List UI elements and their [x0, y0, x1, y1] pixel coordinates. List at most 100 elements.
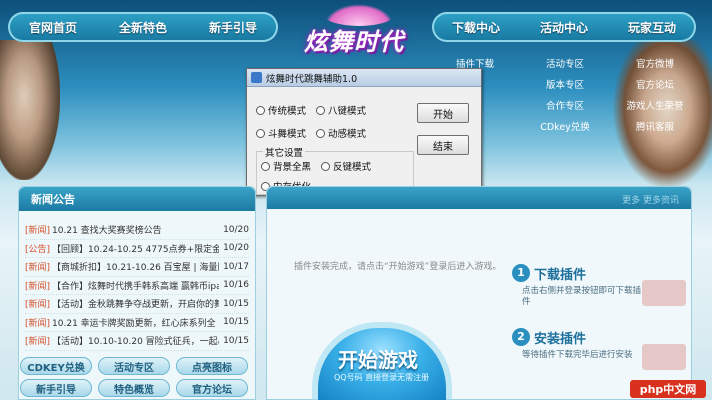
nav-home[interactable]: 官网首页: [8, 19, 98, 36]
radio-battle-mode[interactable]: 斗舞模式: [256, 126, 306, 140]
watermark-badge: php中文网: [630, 380, 706, 398]
step-label[interactable]: 安装插件: [534, 328, 586, 347]
character-left: [0, 40, 60, 180]
news-tag: [新闻]: [25, 300, 51, 311]
news-date: 10/17: [223, 261, 249, 272]
news-date: 10/20: [223, 243, 249, 254]
step-thumbnail: [642, 280, 686, 306]
news-item-title[interactable]: 【活动】10.10-10.20 冒险式征兵，一起出发: [52, 334, 219, 347]
nav-events[interactable]: 活动中心: [520, 19, 608, 36]
button-row: CDKEY兑换 活动专区 点亮图标: [20, 357, 260, 375]
start-game-label: 开始游戏: [338, 348, 418, 372]
step-description: 等待插件下载完毕后进行安装: [522, 350, 633, 360]
news-tag: [新闻]: [25, 263, 51, 274]
news-row[interactable]: [新闻] 10.21 幸运卡牌奖励更新，红心床系列全 10/15: [25, 314, 249, 332]
step-label[interactable]: 下载插件: [534, 264, 586, 283]
radio-label: 传统模式: [268, 106, 307, 117]
news-tag: [新闻]: [25, 281, 51, 292]
radio-label: 背景全黑: [273, 162, 312, 173]
news-item-title[interactable]: 10.21 幸运卡牌奖励更新，红心床系列全: [52, 316, 219, 329]
game-logo[interactable]: 炫舞时代: [284, 4, 432, 76]
radio-dot[interactable]: [256, 105, 265, 115]
cdkey-button[interactable]: CDKEY兑换: [20, 357, 92, 375]
news-row[interactable]: [新闻] 10.21 查找大奖赛奖榜公告 10/20: [25, 221, 249, 240]
shortcut-buttons: CDKEY兑换 活动专区 点亮图标 新手引导 特色概览 官方论坛: [20, 357, 260, 400]
start-game-sublabel: QQ号码 直接登录无需注册: [334, 373, 430, 382]
radio-label: 斗舞模式: [268, 129, 307, 140]
news-row[interactable]: [新闻] 【活动】10.10-10.20 冒险式征兵，一起出发 10/15: [25, 332, 249, 351]
news-date: 10/15: [223, 335, 249, 346]
nav-community[interactable]: 玩家互动: [608, 19, 696, 36]
step-number: 2: [512, 328, 530, 346]
top-nav-right: 下载中心 活动中心 玩家互动: [432, 12, 696, 42]
install-steps: 1 下载插件 点击右侧并登录按钮即可下载插件 2 安装插件 等待插件下载完毕后进…: [512, 260, 688, 388]
app-icon: [251, 72, 262, 83]
step-download: 1 下载插件 点击右侧并登录按钮即可下载插件: [512, 260, 688, 320]
news-list: [新闻] 10.21 查找大奖赛奖榜公告 10/20 [公告] 【回顾】10.24-1…: [19, 211, 255, 351]
news-row[interactable]: [公告] 【回顾】10.24-10.25 4775点券+限定金币 10/20: [25, 240, 249, 258]
link-partner-zone[interactable]: 合作专区: [520, 98, 610, 112]
group-label: 其它设置: [263, 145, 306, 159]
install-instruction: 插件安装完成，请点击“开始游戏”登录后进入游戏。: [294, 262, 502, 272]
news-title: 新闻公告: [31, 193, 75, 206]
radio-dot[interactable]: [316, 128, 325, 138]
news-date: 10/15: [223, 317, 249, 328]
event-zone-button[interactable]: 活动专区: [98, 357, 170, 375]
news-date: 10/15: [223, 298, 249, 309]
news-header: 新闻公告: [19, 187, 255, 211]
newbie-guide-button[interactable]: 新手引导: [20, 379, 92, 397]
step-description: 点击右侧并登录按钮即可下载插件: [522, 286, 642, 307]
nav-features[interactable]: 全新特色: [98, 19, 188, 36]
more-link[interactable]: 更多 更多资讯: [622, 193, 679, 206]
radio-black-background[interactable]: 背景全黑: [261, 159, 311, 173]
radio-label: 动感模式: [328, 129, 367, 140]
radio-eight-key-mode[interactable]: 八键模式: [316, 103, 366, 117]
news-tag: [新闻]: [25, 337, 51, 348]
news-tag: [新闻]: [25, 318, 51, 329]
news-date: 10/16: [223, 280, 249, 291]
button-row: 新手引导 特色概览 官方论坛: [20, 379, 260, 397]
news-item-title[interactable]: 【回顾】10.24-10.25 4775点券+限定金币: [52, 242, 219, 255]
forum-button[interactable]: 官方论坛: [176, 379, 248, 397]
link-support[interactable]: 腾讯客服: [610, 119, 700, 133]
radio-dot[interactable]: [256, 128, 265, 138]
link-forum[interactable]: 官方论坛: [610, 77, 700, 91]
radio-dot[interactable]: [321, 161, 330, 171]
step-install: 2 安装插件 等待插件下载完毕后进行安装: [512, 324, 688, 384]
link-cdkey[interactable]: CDkey兑换: [520, 119, 610, 133]
top-nav-left: 官网首页 全新特色 新手引导: [8, 12, 278, 42]
step-number: 1: [512, 264, 530, 282]
nav-guide[interactable]: 新手引导: [188, 19, 278, 36]
radio-dot[interactable]: [261, 161, 270, 171]
news-tag: [公告]: [25, 244, 51, 255]
logo-text: 炫舞时代: [304, 28, 404, 56]
news-row[interactable]: [新闻] 【合作】炫舞时代携手韩系高端 赢韩币ipad 10/16: [25, 277, 249, 295]
features-button[interactable]: 特色概览: [98, 379, 170, 397]
radio-rhythm-mode[interactable]: 动感模式: [316, 126, 366, 140]
radio-dot[interactable]: [316, 105, 325, 115]
news-item-title[interactable]: 【合作】炫舞时代携手韩系高端 赢韩币ipad: [52, 279, 219, 292]
nav-download[interactable]: 下载中心: [432, 19, 520, 36]
link-event-zone[interactable]: 活动专区: [520, 56, 610, 70]
start-button[interactable]: 开始: [417, 103, 469, 123]
radio-label: 反键模式: [333, 162, 372, 173]
news-row[interactable]: [新闻] 【商城折扣】10.21-10.26 百宝屋 | 海量服饰 10/17: [25, 258, 249, 277]
news-item-title[interactable]: 10.21 查找大奖赛奖榜公告: [52, 223, 219, 236]
download-panel-header: 更多 更多资讯: [267, 187, 691, 209]
link-weibo[interactable]: 官方微博: [610, 56, 700, 70]
end-button[interactable]: 结束: [417, 135, 469, 155]
window-title: 炫舞时代跳舞辅助1.0: [266, 73, 358, 85]
link-version-zone[interactable]: 版本专区: [520, 77, 610, 91]
news-row[interactable]: [新闻] 【活动】金秋跳舞争夺战更新，开启你的舞蹈 10/15: [25, 295, 249, 314]
radio-classic-mode[interactable]: 传统模式: [256, 103, 306, 117]
radio-reverse-keys[interactable]: 反键模式: [321, 159, 371, 173]
step-thumbnail: [642, 344, 686, 370]
news-item-title[interactable]: 【商城折扣】10.21-10.26 百宝屋 | 海量服饰: [52, 260, 219, 273]
radio-label: 八键模式: [328, 106, 367, 117]
news-date: 10/20: [223, 224, 249, 235]
link-honor[interactable]: 游戏人生荣誉: [610, 98, 700, 112]
news-item-title[interactable]: 【活动】金秋跳舞争夺战更新，开启你的舞蹈: [52, 297, 219, 310]
light-icon-button[interactable]: 点亮图标: [176, 357, 248, 375]
news-tag: [新闻]: [25, 226, 51, 237]
window-titlebar[interactable]: 炫舞时代跳舞辅助1.0: [247, 69, 481, 87]
